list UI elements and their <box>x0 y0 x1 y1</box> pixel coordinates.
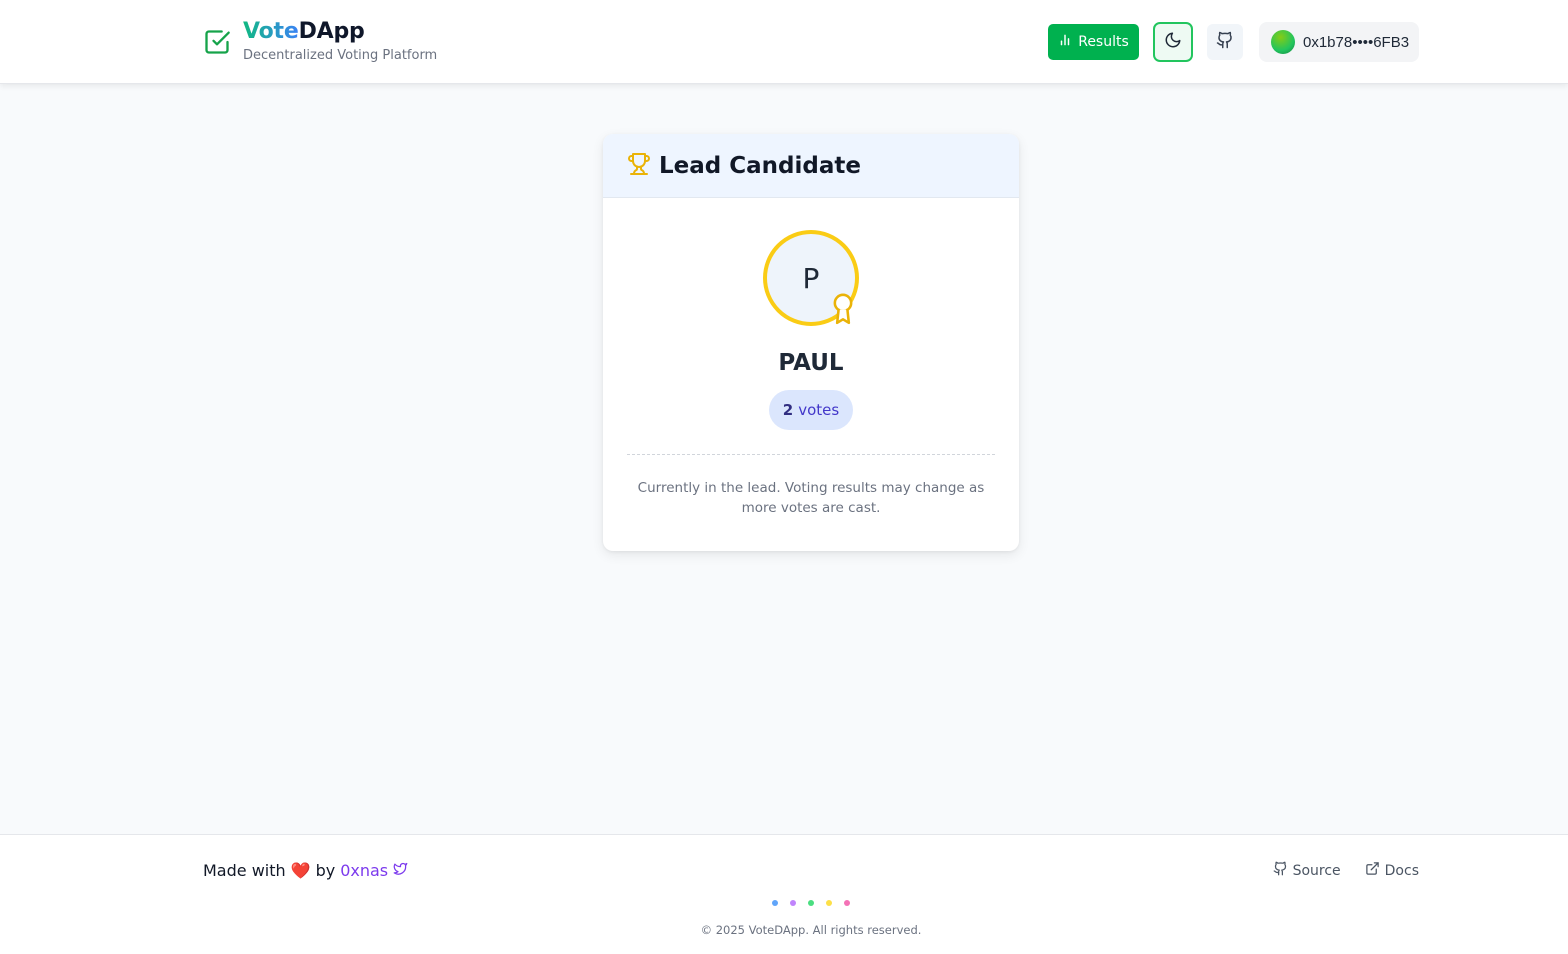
theme-toggle-button[interactable] <box>1153 22 1193 62</box>
card-header: Lead Candidate <box>603 134 1019 198</box>
check-square-icon <box>203 28 231 56</box>
trophy-icon <box>627 152 651 180</box>
decorative-dots <box>772 900 850 906</box>
github-button[interactable] <box>1207 24 1243 60</box>
footer-links: Source Docs <box>1273 861 1419 880</box>
dot <box>826 900 832 906</box>
copyright: © 2025 VoteDApp. All rights reserved. <box>700 923 922 937</box>
lead-note: Currently in the lead. Voting results ma… <box>637 480 985 516</box>
app-title: VoteDApp <box>243 19 365 44</box>
dot <box>808 900 814 906</box>
candidate-name: PAUL <box>778 350 844 376</box>
wallet-avatar <box>1271 30 1295 54</box>
docs-link[interactable]: Docs <box>1365 861 1419 880</box>
app-footer: Made with ❤️ by 0xnas Source Docs © 2025… <box>0 834 1568 954</box>
github-icon <box>1216 31 1234 53</box>
vote-unit: votes <box>798 401 840 419</box>
moon-icon <box>1164 31 1182 53</box>
bar-chart-icon <box>1058 33 1072 51</box>
card-title: Lead Candidate <box>659 152 861 179</box>
wallet-address-button[interactable]: 0x1b78••••6FB3 <box>1259 22 1419 62</box>
source-label: Source <box>1292 862 1341 879</box>
app-subtitle: Decentralized Voting Platform <box>243 48 438 63</box>
avatar-initial: P <box>802 261 820 295</box>
lead-candidate-card: Lead Candidate P PAUL 2 votes Currently … <box>603 134 1019 551</box>
bird-icon[interactable] <box>393 861 408 880</box>
dot <box>844 900 850 906</box>
by-text: by <box>315 861 336 880</box>
brand[interactable]: VoteDApp Decentralized Voting Platform <box>203 18 437 63</box>
docs-label: Docs <box>1384 862 1419 879</box>
app-header: VoteDApp Decentralized Voting Platform R… <box>0 0 1568 84</box>
results-button[interactable]: Results <box>1048 24 1139 60</box>
vote-count: 2 <box>782 401 794 419</box>
made-with-text: Made with <box>203 861 286 880</box>
source-link[interactable]: Source <box>1273 861 1341 880</box>
vote-count-badge: 2 votes <box>769 390 853 430</box>
heart-icon: ❤️ <box>290 861 311 880</box>
external-link-icon <box>1365 861 1380 880</box>
github-icon <box>1273 861 1288 880</box>
wallet-address: 0x1b78••••6FB3 <box>1303 33 1410 51</box>
made-with-credit: Made with ❤️ by 0xnas <box>203 861 408 880</box>
results-label: Results <box>1078 34 1129 50</box>
dot <box>790 900 796 906</box>
award-icon <box>829 292 857 328</box>
divider <box>627 454 995 455</box>
dot <box>772 900 778 906</box>
author-link[interactable]: 0xnas <box>340 861 388 880</box>
